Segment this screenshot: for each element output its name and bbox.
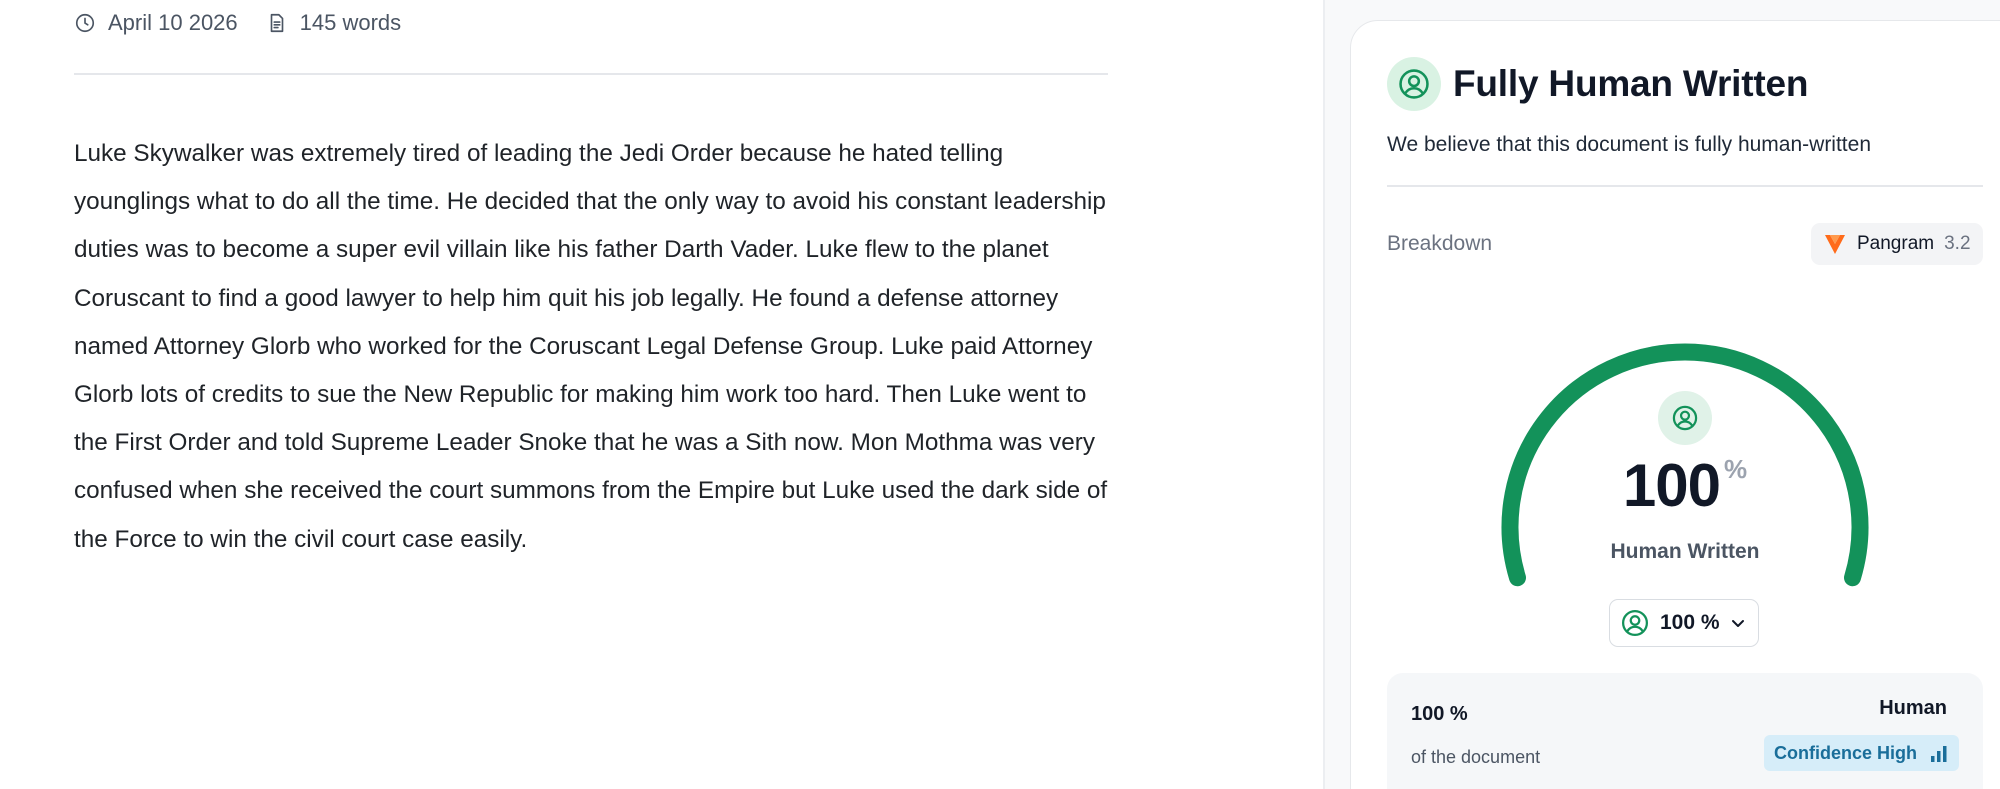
segment-share-label: of the document xyxy=(1411,747,1541,767)
gauge-value: 100% xyxy=(1495,451,1875,520)
person-circle-icon xyxy=(1620,608,1650,638)
model-version: 3.2 xyxy=(1944,233,1971,254)
word-count: 145 words xyxy=(299,10,402,35)
document-pane: April 10 2026 145 words Luke Skywalker w… xyxy=(0,0,1324,789)
gauge-unit: % xyxy=(1723,454,1748,484)
human-gauge: 100% Human Written xyxy=(1495,304,1875,594)
result-subtitle: We believe that this document is fully h… xyxy=(1387,133,1872,156)
model-badge[interactable]: Pangram 3.2 xyxy=(1811,223,1983,265)
clock-icon xyxy=(74,12,96,34)
dropdown-value: 100 % xyxy=(1660,611,1720,634)
word-count-meta: 145 words xyxy=(266,10,402,36)
result-title: Fully Human Written xyxy=(1453,63,1809,104)
segment-class: Human xyxy=(1879,697,1947,719)
date-meta: April 10 2026 xyxy=(74,10,238,36)
breakdown-label: Breakdown xyxy=(1387,232,1493,255)
document-meta: April 10 2026 145 words xyxy=(74,8,429,38)
confidence-label: Confidence High xyxy=(1774,742,1917,763)
gauge-number: 100 xyxy=(1622,452,1721,519)
pangram-logo-icon xyxy=(1823,232,1847,256)
model-name: Pangram xyxy=(1857,233,1935,254)
results-panel: Fully Human Written We believe that this… xyxy=(1350,20,2000,789)
document-text[interactable]: Luke Skywalker was extremely tired of le… xyxy=(74,130,1124,564)
panel-divider xyxy=(1387,185,1983,187)
result-header: Fully Human Written xyxy=(1387,57,1808,111)
segment-share: 100 % xyxy=(1411,703,1468,725)
gauge-label: Human Written xyxy=(1610,540,1760,563)
signal-bars-icon xyxy=(1929,743,1949,763)
breakdown-dropdown[interactable]: 100 % xyxy=(1609,599,1759,647)
segment-card[interactable]: 100 % of the document Human Confidence H… xyxy=(1387,673,1983,789)
person-circle-icon xyxy=(1387,57,1441,111)
meta-divider xyxy=(74,73,1108,75)
gauge-person-icon xyxy=(1658,391,1712,445)
chevron-down-icon xyxy=(1730,615,1746,631)
confidence-badge: Confidence High xyxy=(1764,735,1959,771)
document-date: April 10 2026 xyxy=(108,10,238,35)
document-icon xyxy=(266,12,288,34)
